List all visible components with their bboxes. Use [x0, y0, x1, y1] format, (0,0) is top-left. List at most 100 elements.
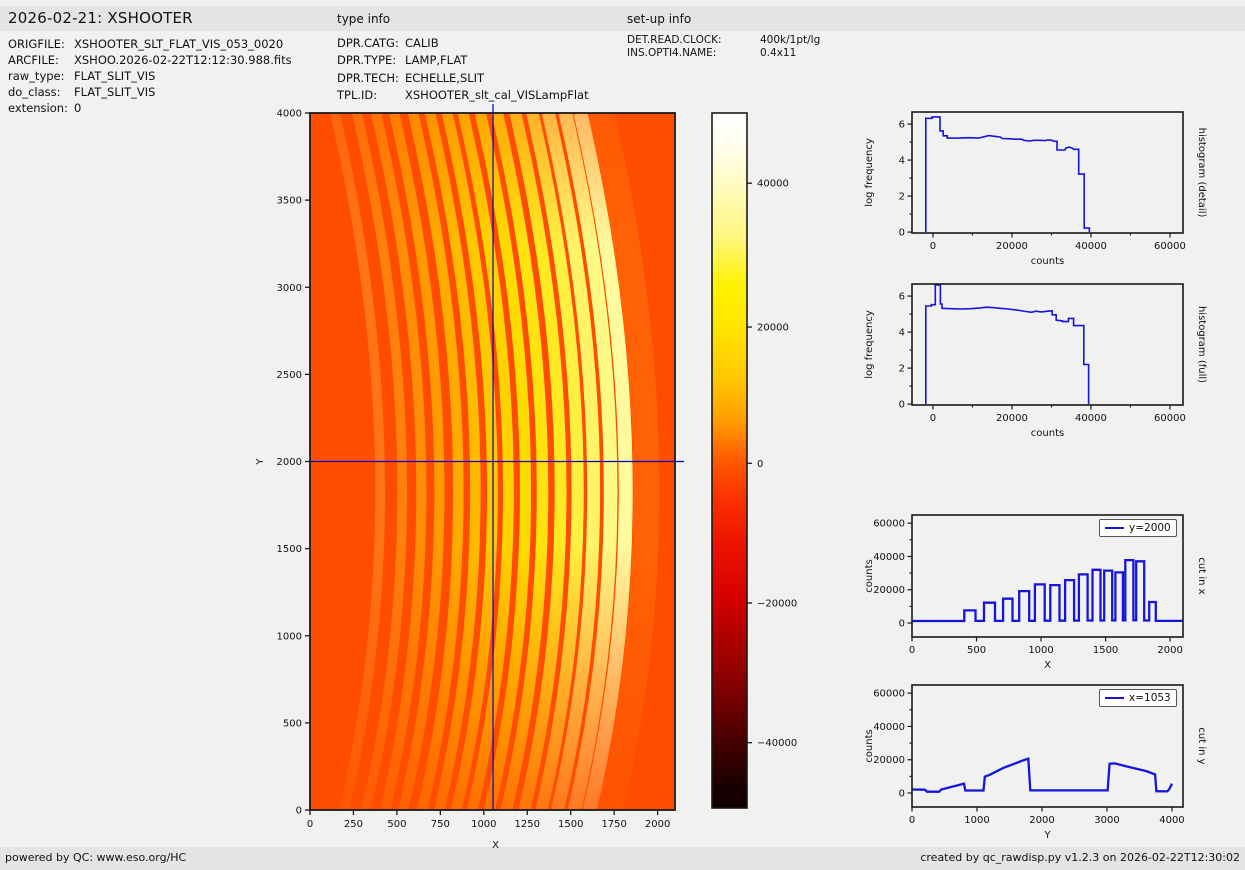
cut-x-ytick-label: 60000 [873, 519, 905, 530]
cut-x-xtick-label: 1500 [1093, 645, 1118, 656]
main-ytick-label: 1500 [277, 544, 302, 555]
cut-y-ticks [907, 692, 1173, 812]
file-meta-value: XSHOOTER_SLT_FLAT_VIS_053_0020 [74, 37, 284, 51]
colorbar-tick-label: −20000 [757, 598, 797, 609]
cut-y-data-line [912, 757, 1174, 793]
cut-y-legend-label: x=1053 [1129, 692, 1171, 704]
cut-x-caption: cut in x [1196, 557, 1207, 594]
hist-full-ylabel: log frequency [864, 310, 875, 379]
file-meta-label: extension: [8, 101, 68, 115]
main-ytick-label: 4000 [277, 109, 302, 120]
setup-info-row: DET.READ.CLOCK: 400k/1pt/lg [627, 34, 820, 47]
cut-y-xtick-label: 3000 [1094, 815, 1119, 826]
type-info-row: DPR.TYPE: LAMP,FLAT [337, 52, 589, 69]
type-info-label: DPR.TECH: [337, 70, 399, 85]
cut-y-ytick-label: 0 [899, 789, 905, 800]
hist-detail-chart: 0 20000 40000 60000 0 2 4 6 counts log frequency h… [864, 111, 1207, 267]
hist-detail-xtick-label: 0 [930, 241, 936, 252]
hist-detail-xtick-label: 20000 [996, 241, 1028, 252]
type-info-value: ECHELLE,SLIT [405, 70, 485, 85]
colorbar-gradient [712, 113, 747, 808]
hist-detail-ytick-label: 0 [899, 228, 905, 239]
main-ytick-label: 3500 [277, 196, 302, 207]
colorbar-chart: 40000 20000 0 −20000 −40000 [711, 112, 797, 809]
hist-full-ytick-label: 0 [899, 400, 905, 411]
cut-x-legend-label: y=2000 [1129, 522, 1171, 534]
colorbar-tick-label: 0 [757, 459, 763, 470]
cut-y-xtick-label: 2000 [1029, 815, 1054, 826]
setup-info-label: INS.OPTI4.NAME: [627, 47, 717, 60]
hist-full-xtick-label: 60000 [1154, 413, 1186, 424]
main-ytick-label: 0 [296, 806, 302, 817]
type-info-row: DPR.CATG: CALIB [337, 35, 589, 52]
main-xtick-label: 250 [344, 819, 363, 830]
file-meta-row: raw_type: FLAT_SLIT_VIS [8, 68, 292, 84]
colorbar-tick-label: 40000 [757, 179, 789, 190]
hist-detail-xlabel: counts [1031, 256, 1064, 267]
cut-y-xtick-label: 1000 [964, 815, 989, 826]
hist-full-ytick-label: 4 [899, 328, 905, 339]
setup-info-row: INS.OPTI4.NAME: 0.4x11 [627, 47, 820, 60]
cut-x-legend-line-sample [1105, 527, 1124, 529]
type-info-label: DPR.CATG: [337, 36, 399, 50]
cut-y-ytick-label: 60000 [873, 689, 905, 700]
cut-y-xtick-label: 0 [909, 815, 915, 826]
cut-y-xlabel: Y [1043, 830, 1051, 841]
file-meta-label: do_class: [8, 85, 61, 99]
hist-detail-ytick-label: 4 [899, 156, 905, 167]
main-ytick-label: 2000 [277, 457, 302, 468]
file-meta-value: XSHOO.2026-02-22T12:12:30.988.fits [74, 53, 292, 67]
main-xtick-label: 1250 [515, 819, 540, 830]
cut-x-ylabel: counts [864, 559, 875, 592]
hist-full-caption: histogram (full) [1196, 306, 1207, 383]
cut-x-xtick-label: 500 [967, 645, 986, 656]
main-xtick-label: 1500 [558, 819, 583, 830]
file-meta-value: FLAT_SLIT_VIS [74, 69, 156, 83]
hist-full-data-line [925, 284, 1090, 405]
main-xtick-label: 750 [431, 819, 450, 830]
file-meta-row: ARCFILE: XSHOO.2026-02-22T12:12:30.988.fi… [8, 52, 292, 68]
hist-detail-xtick-label: 60000 [1154, 241, 1186, 252]
cut-x-xtick-label: 2000 [1157, 645, 1182, 656]
cut-y-xtick-label: 4000 [1159, 815, 1184, 826]
file-meta-value: FLAT_SLIT_VIS [74, 85, 156, 99]
hist-full-xtick-label: 40000 [1075, 413, 1107, 424]
hist-full-ytick-label: 6 [899, 292, 905, 303]
type-info-heading: type info [337, 12, 391, 26]
main-xlabel: X [492, 840, 499, 851]
hist-detail-data-line [925, 116, 1091, 233]
hist-detail-ytick-label: 2 [899, 192, 905, 203]
main-xtick-label: 2000 [645, 819, 670, 830]
cut-x-ytick-label: 0 [899, 619, 905, 630]
type-info-value: CALIB [405, 36, 439, 50]
file-meta-row: do_class: FLAT_SLIT_VIS [8, 84, 292, 100]
file-meta-label: ORIGFILE: [8, 37, 65, 51]
type-info-block: DPR.CATG: CALIB DPR.TYPE: LAMP,FLAT DPR.TECH… [337, 35, 589, 104]
cut-y-legend: x=1053 [1099, 689, 1177, 707]
cut-x-legend: y=2000 [1099, 519, 1177, 537]
hist-full-xtick-label: 0 [930, 413, 936, 424]
setup-info-value: 0.4x11 [760, 47, 797, 60]
hist-full-xlabel: counts [1031, 428, 1064, 439]
setup-info-label: DET.READ.CLOCK: [627, 34, 722, 46]
hist-full-axes-frame [911, 283, 1184, 406]
cut-x-xtick-label: 0 [909, 645, 915, 656]
hist-detail-xtick-label: 40000 [1075, 241, 1107, 252]
type-info-row: DPR.TECH: ECHELLE,SLIT [337, 70, 589, 87]
footer-created-by: created by qc_rawdisp.py v1.2.3 on 2026-… [920, 851, 1240, 864]
main-xtick-label: 500 [387, 819, 406, 830]
type-info-value: LAMP,FLAT [405, 53, 468, 68]
file-meta-label: raw_type: [8, 69, 65, 83]
hist-full-chart: 0 20000 40000 60000 0 2 4 6 counts log frequency h… [864, 283, 1207, 439]
cut-x-ytick-label: 20000 [873, 585, 905, 596]
setup-info-heading: set-up info [627, 12, 692, 26]
main-image-chart: 0 250 500 750 1000 1250 1500 1750 2000 0 500 1000 15… [255, 104, 684, 851]
main-ytick-label: 2500 [277, 370, 302, 381]
main-xtick-label: 1000 [471, 819, 496, 830]
colorbar-tick-label: 20000 [757, 323, 789, 334]
cut-y-legend-line-sample [1105, 697, 1124, 699]
main-xtick-label: 0 [307, 819, 313, 830]
setup-info-value: 400k/1pt/lg [760, 34, 821, 46]
file-meta-block: ORIGFILE: XSHOOTER_SLT_FLAT_VIS_053_0020 A… [8, 36, 292, 116]
cut-x-ytick-label: 40000 [873, 552, 905, 563]
